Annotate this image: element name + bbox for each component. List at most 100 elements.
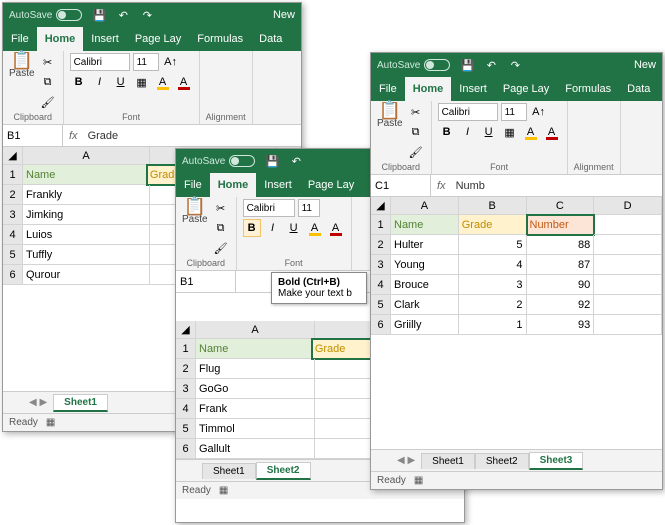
tab-data[interactable]: Data <box>619 77 658 101</box>
copy-icon[interactable]: ⧉ <box>407 123 425 141</box>
formula-bar[interactable]: Numb <box>452 180 662 192</box>
bold-button[interactable]: B <box>243 219 261 237</box>
cell[interactable]: Brouce <box>391 275 459 295</box>
cut-icon[interactable]: ✂ <box>407 103 425 121</box>
cell[interactable]: Luios <box>23 225 150 245</box>
cell[interactable]: Name <box>196 339 312 359</box>
font-size-select[interactable] <box>133 53 159 71</box>
cell[interactable]: Tuffly <box>23 245 150 265</box>
cell[interactable]: 93 <box>527 315 595 335</box>
format-painter-icon[interactable]: 🖌 <box>39 93 57 111</box>
cell[interactable]: Timmol <box>196 419 315 439</box>
cut-icon[interactable]: ✂ <box>39 53 57 71</box>
paste-button[interactable]: 📋 Paste <box>9 53 35 111</box>
font-size-select[interactable] <box>298 199 320 217</box>
autosave-toggle[interactable]: AutoSave <box>182 155 255 167</box>
tab-insert[interactable]: Insert <box>451 77 495 101</box>
italic-button[interactable]: I <box>264 219 282 237</box>
cell[interactable] <box>594 315 662 335</box>
increase-font-icon[interactable]: A↑ <box>530 103 548 121</box>
row-header[interactable]: 3 <box>3 205 23 225</box>
sheet-tab[interactable]: Sheet1 <box>421 453 475 469</box>
undo-icon[interactable]: ↶ <box>484 58 498 72</box>
sheet-tab[interactable]: Sheet2 <box>475 453 529 469</box>
redo-icon[interactable]: ↷ <box>140 8 154 22</box>
tab-home[interactable]: Home <box>405 77 452 101</box>
border-icon[interactable]: ▦ <box>133 73 151 91</box>
tab-page-layout[interactable]: Page Lay <box>495 77 557 101</box>
copy-icon[interactable]: ⧉ <box>212 219 230 237</box>
tab-home[interactable]: Home <box>210 173 257 197</box>
cell[interactable]: Name <box>391 215 459 235</box>
sheet-tab[interactable]: Sheet2 <box>256 462 311 480</box>
cell[interactable]: 2 <box>459 295 527 315</box>
fx-icon[interactable]: fx <box>63 130 84 142</box>
tab-insert[interactable]: Insert <box>256 173 300 197</box>
sheet-tab[interactable]: Sheet3 <box>529 452 584 470</box>
record-macro-icon[interactable]: ▦ <box>219 485 228 496</box>
cell[interactable]: 87 <box>527 255 595 275</box>
tab-file[interactable]: File <box>371 77 405 101</box>
save-icon[interactable]: 💾 <box>92 8 106 22</box>
name-box[interactable] <box>371 175 431 196</box>
cell[interactable]: 5 <box>459 235 527 255</box>
sheet-nav-icon[interactable]: ◀ ▶ <box>29 397 47 408</box>
cell[interactable] <box>594 215 662 235</box>
fill-color-icon[interactable]: A <box>522 123 540 141</box>
bold-button[interactable]: B <box>70 73 88 91</box>
tab-insert[interactable]: Insert <box>83 27 127 51</box>
autosave-toggle[interactable]: AutoSave <box>377 59 450 71</box>
tab-page-layout[interactable]: Page Lay <box>127 27 189 51</box>
col-header[interactable]: A <box>23 147 150 165</box>
cell[interactable] <box>594 255 662 275</box>
select-all-corner[interactable]: ◢ <box>3 147 23 165</box>
cell[interactable] <box>594 235 662 255</box>
cell[interactable] <box>594 295 662 315</box>
paste-button[interactable]: 📋Paste <box>377 103 403 161</box>
select-all-corner[interactable]: ◢ <box>371 197 391 215</box>
col-header[interactable]: D <box>594 197 662 215</box>
row-header[interactable]: 1 <box>176 339 196 359</box>
formula-bar[interactable]: Grade <box>84 130 301 142</box>
tab-formulas[interactable]: Formulas <box>189 27 251 51</box>
font-color-icon[interactable]: A <box>543 123 561 141</box>
border-icon[interactable]: ▦ <box>501 123 519 141</box>
cell[interactable]: Griilly <box>391 315 459 335</box>
italic-button[interactable]: I <box>459 123 477 141</box>
fill-color-icon[interactable]: A <box>306 219 324 237</box>
row-header[interactable]: 4 <box>371 275 391 295</box>
cell[interactable]: Young <box>391 255 459 275</box>
undo-icon[interactable]: ↶ <box>289 154 303 168</box>
row-header[interactable]: 6 <box>371 315 391 335</box>
cell[interactable]: Hulter <box>391 235 459 255</box>
font-size-select[interactable] <box>501 103 527 121</box>
tab-formulas[interactable]: Formulas <box>557 77 619 101</box>
row-header[interactable]: 3 <box>176 379 196 399</box>
cell[interactable]: Grade <box>459 215 527 235</box>
cell[interactable]: 88 <box>527 235 595 255</box>
tab-file[interactable]: File <box>176 173 210 197</box>
cell[interactable]: 3 <box>459 275 527 295</box>
row-header[interactable]: 2 <box>371 235 391 255</box>
tab-file[interactable]: File <box>3 27 37 51</box>
fill-color-icon[interactable]: A <box>154 73 172 91</box>
increase-font-icon[interactable]: A↑ <box>162 53 180 71</box>
cell[interactable]: 1 <box>459 315 527 335</box>
redo-icon[interactable]: ↷ <box>508 58 522 72</box>
cell[interactable]: 90 <box>527 275 595 295</box>
bold-button[interactable]: B <box>438 123 456 141</box>
cell[interactable]: 92 <box>527 295 595 315</box>
cell[interactable]: GoGo <box>196 379 315 399</box>
copy-icon[interactable]: ⧉ <box>39 73 57 91</box>
cell[interactable]: Name <box>23 165 147 185</box>
autosave-toggle[interactable]: AutoSave <box>9 9 82 21</box>
col-header[interactable]: A <box>196 321 315 339</box>
row-header[interactable]: 5 <box>176 419 196 439</box>
col-header[interactable]: B <box>459 197 527 215</box>
name-box[interactable] <box>176 271 236 292</box>
font-color-icon[interactable]: A <box>175 73 193 91</box>
underline-button[interactable]: U <box>285 219 303 237</box>
tab-data[interactable]: Data <box>251 27 290 51</box>
name-box[interactable] <box>3 125 63 146</box>
row-header[interactable]: 3 <box>371 255 391 275</box>
